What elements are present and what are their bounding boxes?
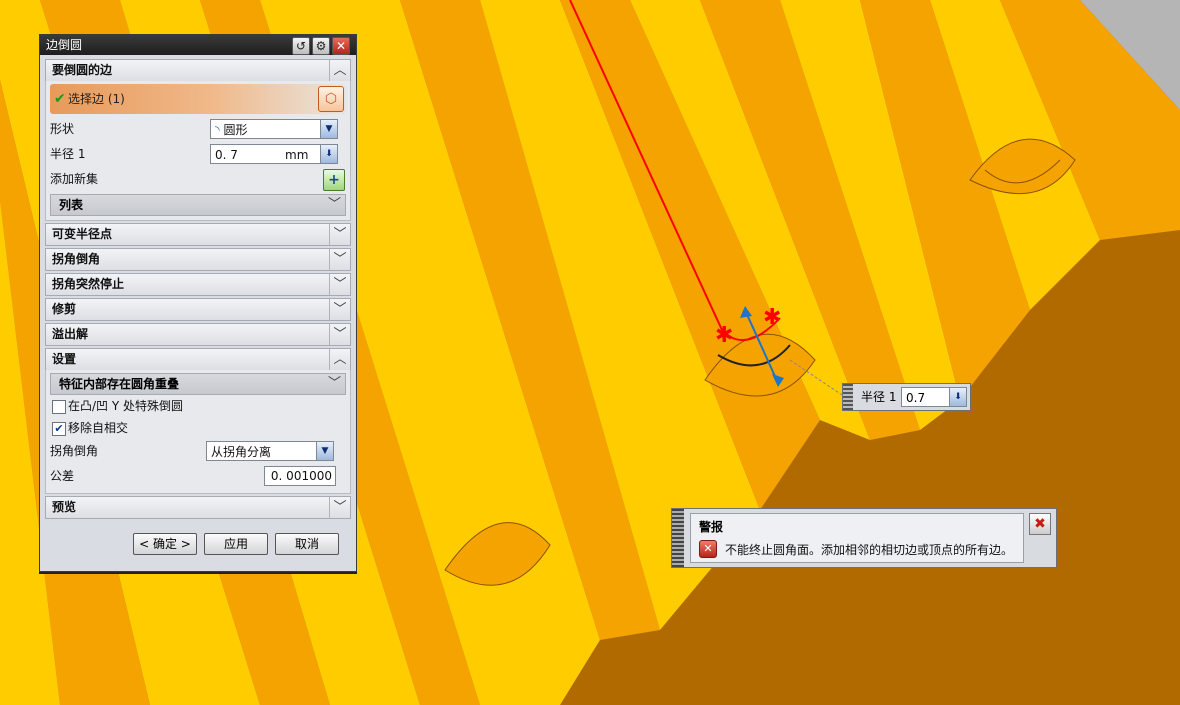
chevron-down-icon[interactable]: ▼ [320, 120, 337, 138]
section-preview[interactable]: 预览 ﹀ [45, 496, 351, 519]
reset-icon[interactable]: ↺ [292, 37, 310, 55]
close-icon[interactable]: ✕ [332, 37, 350, 55]
tolerance-input[interactable]: 0. 001000 [264, 466, 336, 486]
corner-setback-label: 拐角倒角 [50, 444, 99, 458]
chevron-down-icon[interactable]: ﹀ [328, 374, 341, 394]
arrow-down-icon[interactable]: ⬇ [320, 145, 337, 163]
alert-panel: 警报 ✕ 不能终止圆角面。添加相邻的相切边或顶点的所有边。 ✖ [671, 508, 1057, 568]
corner-setback-value: 从拐角分离 [211, 445, 272, 459]
section-label: 要倒圆的边 [52, 63, 113, 77]
section-label: 可变半径点 [52, 227, 113, 241]
section-label: 溢出解 [52, 327, 89, 341]
radius-popup-label: 半径 1 [861, 390, 897, 404]
section-label: 设置 [52, 352, 77, 366]
arc-icon: ◝ [215, 123, 220, 137]
chevron-down-icon[interactable]: ﹀ [329, 324, 350, 345]
dialog-footer: < 确定 > 应用 取消 [45, 528, 351, 565]
select-edge-label: 选择边 (1) [68, 92, 125, 106]
chevron-up-icon[interactable]: ︿ [329, 60, 350, 81]
section-label: 预览 [52, 500, 77, 514]
drag-handle[interactable] [672, 509, 684, 567]
add-new-set-row: 添加新集 + [50, 167, 346, 192]
gear-icon[interactable]: ⚙ [312, 37, 330, 55]
section-variable-radius[interactable]: 可变半径点 ﹀ [45, 223, 351, 246]
section-label: 拐角突然停止 [52, 277, 125, 291]
settings-panel: 特征内部存在圆角重叠 ﹀ 在凸/凹 Y 处特殊倒圆 ✔ 移除自相交 拐角倒角 从… [45, 370, 351, 494]
svg-text:✱: ✱ [763, 305, 781, 330]
ok-button[interactable]: < 确定 > [133, 533, 197, 555]
chevron-down-icon[interactable]: ▼ [316, 442, 333, 460]
shape-select[interactable]: ◝ 圆形 ▼ [210, 119, 338, 139]
section-trim[interactable]: 修剪 ﹀ [45, 298, 351, 321]
radius-label: 半径 1 [50, 147, 86, 161]
section-label: 修剪 [52, 302, 77, 316]
tolerance-value: 0. 001000 [270, 469, 332, 483]
alert-message: 不能终止圆角面。添加相邻的相切边或顶点的所有边。 [725, 543, 1014, 557]
checkbox-checked-icon[interactable]: ✔ [52, 422, 66, 436]
edges-panel: ✔ 选择边 (1) ⬡ 形状 ◝ 圆形 ▼ 半径 1 0. 7 mm ⬇ 添加新… [45, 81, 351, 221]
tolerance-label: 公差 [50, 469, 75, 483]
radius-value: 0. 7 [215, 148, 238, 162]
remove-self-intersect-checkbox[interactable]: ✔ 移除自相交 [50, 417, 346, 439]
radius-popup-value: 0.7 [906, 391, 926, 405]
select-edge-row[interactable]: ✔ 选择边 (1) ⬡ [50, 84, 346, 114]
overlap-label: 特征内部存在圆角重叠 [59, 377, 180, 391]
special-y-checkbox[interactable]: 在凸/凹 Y 处特殊倒圆 [50, 395, 346, 417]
apply-button[interactable]: 应用 [204, 533, 268, 555]
list-label: 列表 [59, 198, 84, 212]
radius-popup-field[interactable]: 0.7 ⬇ [901, 387, 967, 407]
checkmark-icon: ✔ [54, 91, 66, 107]
radius-popup: 半径 1 0.7 ⬇ [842, 383, 971, 411]
dialog-titlebar[interactable]: 边倒圆 ↺ ⚙ ✕ [40, 35, 356, 55]
section-settings[interactable]: 设置 ︿ [45, 348, 351, 371]
cube-icon[interactable]: ⬡ [318, 86, 344, 112]
overlap-subsection[interactable]: 特征内部存在圆角重叠 ﹀ [50, 373, 346, 395]
remove-self-intersect-label: 移除自相交 [68, 421, 129, 435]
special-y-label: 在凸/凹 Y 处特殊倒圆 [68, 399, 184, 413]
shape-value: 圆形 [223, 123, 248, 137]
cancel-button[interactable]: 取消 [275, 533, 339, 555]
radius-field[interactable]: 0. 7 mm ⬇ [210, 144, 338, 164]
chevron-down-icon[interactable]: ﹀ [328, 195, 341, 215]
radius-unit: mm [285, 148, 309, 162]
chevron-down-icon[interactable]: ﹀ [329, 299, 350, 320]
chevron-down-icon[interactable]: ﹀ [329, 249, 350, 270]
dialog-title: 边倒圆 [46, 38, 83, 52]
tolerance-row: 公差 0. 001000 [50, 464, 346, 489]
shape-row: 形状 ◝ 圆形 ▼ [50, 117, 346, 142]
section-edges-to-blend[interactable]: 要倒圆的边 ︿ [45, 59, 351, 82]
chevron-down-icon[interactable]: ﹀ [329, 497, 350, 518]
alert-title: 警报 [699, 520, 724, 534]
alert-content: 警报 ✕ 不能终止圆角面。添加相邻的相切边或顶点的所有边。 [690, 513, 1024, 563]
corner-setback-row: 拐角倒角 从拐角分离 ▼ [50, 439, 346, 464]
section-overflow[interactable]: 溢出解 ﹀ [45, 323, 351, 346]
checkbox-unchecked[interactable] [52, 400, 66, 414]
section-label: 拐角倒角 [52, 252, 101, 266]
arrow-down-icon[interactable]: ⬇ [949, 388, 966, 406]
radius-row: 半径 1 0. 7 mm ⬇ [50, 142, 346, 167]
chevron-down-icon[interactable]: ﹀ [329, 274, 350, 295]
add-set-icon[interactable]: + [323, 169, 345, 191]
list-subsection[interactable]: 列表 ﹀ [50, 194, 346, 216]
shape-label: 形状 [50, 122, 75, 136]
error-icon: ✕ [699, 540, 717, 558]
add-new-set-label: 添加新集 [50, 172, 99, 186]
svg-text:✱: ✱ [715, 323, 733, 348]
chevron-down-icon[interactable]: ﹀ [329, 224, 350, 245]
chevron-up-icon[interactable]: ︿ [329, 349, 350, 370]
section-stop-short[interactable]: 拐角突然停止 ﹀ [45, 273, 351, 296]
edge-blend-dialog: 边倒圆 ↺ ⚙ ✕ 要倒圆的边 ︿ ✔ 选择边 (1) ⬡ 形状 ◝ 圆形 ▼ [39, 34, 357, 572]
section-corner-setback[interactable]: 拐角倒角 ﹀ [45, 248, 351, 271]
drag-handle[interactable] [843, 384, 853, 410]
close-icon[interactable]: ✖ [1029, 513, 1051, 535]
corner-setback-select[interactable]: 从拐角分离 ▼ [206, 441, 334, 461]
